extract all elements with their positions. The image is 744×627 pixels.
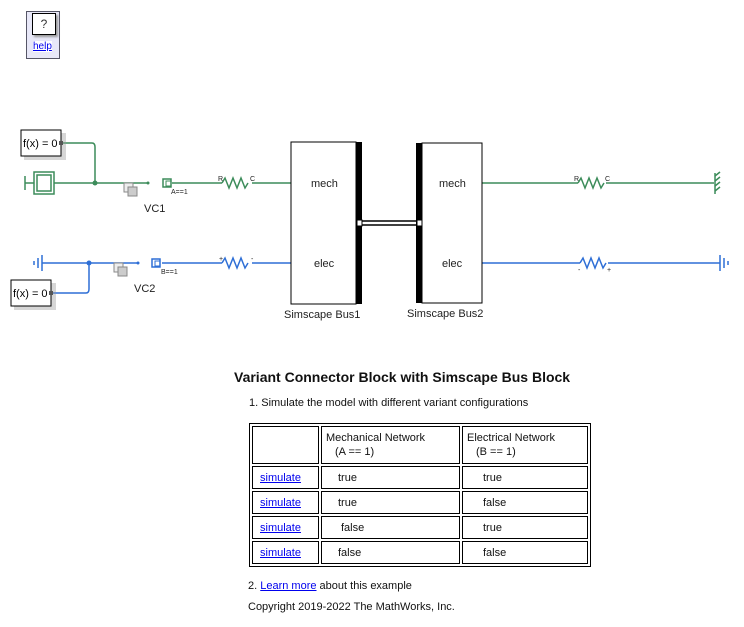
elec-value: true [462, 466, 588, 489]
mech-r1-port-c: C [250, 176, 255, 183]
mech-fx-wire [62, 142, 96, 183]
elec-fx-wire [52, 263, 90, 294]
header-elec-condition: (B == 1) [476, 446, 516, 458]
mech-r1-port-r: R [218, 176, 223, 183]
mech-value: false [321, 516, 460, 539]
mech-value: true [321, 466, 460, 489]
table-header-row: Mechanical Network (A == 1) Electrical N… [252, 426, 588, 464]
bus1-port-elec: elec [314, 258, 335, 270]
step2-suffix: about this example [316, 580, 412, 592]
table-row: simulate false true [252, 516, 588, 539]
header-empty [252, 426, 319, 464]
simscape-bus2[interactable]: mech elec Simscape Bus2 [407, 142, 483, 320]
simulate-link[interactable]: simulate [260, 547, 301, 559]
vc2-condition: B==1 [161, 269, 178, 276]
bus1-label: Simscape Bus1 [284, 309, 360, 321]
mech-dot [146, 181, 150, 185]
mass-block[interactable] [24, 171, 55, 195]
mech-junction-dot [92, 180, 98, 186]
vc1-connector-port[interactable] [162, 178, 172, 188]
header-mech: Mechanical Network (A == 1) [321, 426, 460, 464]
vc1-variant-icon[interactable] [123, 182, 138, 197]
bus2-label: Simscape Bus2 [407, 308, 483, 320]
mech-value: false [321, 541, 460, 564]
elec-value: true [462, 516, 588, 539]
mech-resistor-1[interactable]: R C [218, 175, 255, 191]
learn-more-link[interactable]: Learn more [260, 580, 316, 592]
mech-network [54, 142, 714, 184]
bus1-port-mech: mech [311, 178, 338, 190]
vc2-variant-icon[interactable] [113, 262, 128, 277]
header-elec-title: Electrical Network [467, 432, 556, 444]
header-mech-title: Mechanical Network [326, 432, 426, 444]
elec-resistor-2[interactable]: - + [578, 255, 611, 274]
solver-config-mech-label: f(x) = 0 [23, 138, 58, 150]
step1-text: 1. Simulate the model with different var… [249, 397, 529, 409]
elec-dot [136, 261, 140, 265]
simulate-link[interactable]: simulate [260, 472, 301, 484]
table-row: simulate false false [252, 541, 588, 564]
step2-text: 2. Learn more about this example [248, 580, 412, 592]
doc-title: Variant Connector Block with Simscape Bu… [234, 369, 571, 385]
vc1-label: VC1 [144, 203, 165, 215]
mech-r2-port-c: C [605, 176, 610, 183]
elec-r2-port-plus: + [607, 267, 611, 274]
elec-ground-right-icon[interactable] [719, 255, 729, 271]
solver-config-elec[interactable]: f(x) = 0 [10, 279, 56, 310]
header-elec: Electrical Network (B == 1) [462, 426, 588, 464]
elec-ground-left-icon[interactable] [33, 255, 43, 271]
bus2-port-elec: elec [442, 258, 463, 270]
table-row: simulate true false [252, 491, 588, 514]
mech-r2-port-r: R [574, 176, 579, 183]
bus-connection-line [356, 219, 423, 227]
vc1-condition: A==1 [171, 189, 188, 196]
mech-value: true [321, 491, 460, 514]
elec-r1-port-minus: - [251, 256, 254, 263]
copyright-text: Copyright 2019-2022 The MathWorks, Inc. [248, 601, 455, 613]
step2-prefix: 2. [248, 580, 261, 592]
simulate-link[interactable]: simulate [260, 497, 301, 509]
variant-config-table: Mechanical Network (A == 1) Electrical N… [249, 423, 591, 567]
solver-config-mech[interactable]: f(x) = 0 [20, 129, 66, 160]
elec-r1-port-plus: + [219, 256, 223, 263]
solver-config-elec-label: f(x) = 0 [13, 288, 48, 300]
simscape-bus1[interactable]: mech elec Simscape Bus1 [284, 141, 362, 321]
elec-value: false [462, 541, 588, 564]
vc2-label: VC2 [134, 283, 155, 295]
header-mech-condition: (A == 1) [335, 446, 375, 458]
vc2-connector-port[interactable] [151, 258, 161, 268]
bus2-port-mech: mech [439, 178, 466, 190]
simulate-link[interactable]: simulate [260, 522, 301, 534]
mech-resistor-2[interactable]: R C [574, 175, 610, 191]
elec-resistor-1[interactable]: + - [219, 255, 254, 271]
elec-value: false [462, 491, 588, 514]
elec-r2-port-minus: - [578, 267, 581, 274]
table-row: simulate true true [252, 466, 588, 489]
mech-reference-icon[interactable] [714, 171, 721, 194]
elec-junction-dot [86, 260, 92, 266]
simulink-diagram: A==1 VC1 R C R C B==1 VC2 + - - + f(x) =… [10, 129, 729, 321]
